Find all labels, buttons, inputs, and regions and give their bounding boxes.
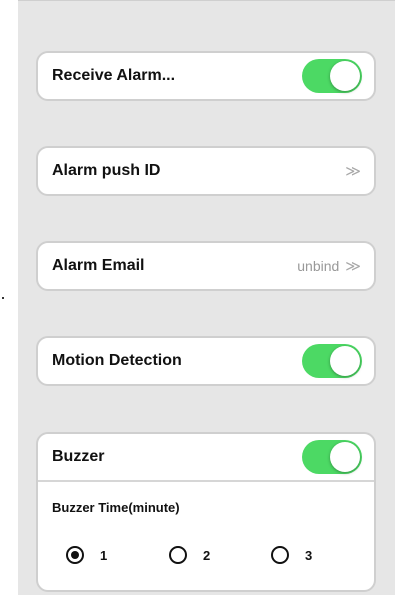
buzzer-time-options: 1 2 3 bbox=[38, 512, 374, 590]
buzzer-time-option-2[interactable]: 2 bbox=[169, 546, 210, 564]
settings-panel: Receive Alarm... Alarm push ID ≫ Alarm E… bbox=[18, 0, 395, 595]
stray-dot bbox=[2, 297, 4, 299]
left-margin bbox=[0, 0, 18, 595]
toggle-knob bbox=[330, 346, 360, 376]
buzzer-time-option-3[interactable]: 3 bbox=[271, 546, 312, 564]
buzzer-time-label: Buzzer Time(minute) bbox=[52, 500, 180, 515]
radio-unchecked-icon[interactable] bbox=[169, 546, 187, 564]
buzzer-card: Buzzer Buzzer Time(minute) 1 2 3 bbox=[36, 432, 376, 592]
motion-detection-label: Motion Detection bbox=[52, 352, 182, 369]
buzzer-toggle[interactable] bbox=[302, 440, 362, 474]
alarm-push-id-row[interactable]: Alarm push ID ≫ bbox=[38, 148, 374, 194]
receive-alarm-card: Receive Alarm... bbox=[36, 51, 376, 101]
motion-detection-card: Motion Detection bbox=[36, 336, 376, 386]
buzzer-time-option-1[interactable]: 1 bbox=[66, 546, 107, 564]
chevron-right-icon: ≫ bbox=[345, 163, 361, 180]
buzzer-time-option-label: 1 bbox=[100, 547, 108, 563]
alarm-push-id-label: Alarm push ID bbox=[52, 162, 161, 179]
receive-alarm-toggle[interactable] bbox=[302, 59, 362, 93]
alarm-push-id-card[interactable]: Alarm push ID ≫ bbox=[36, 146, 376, 196]
motion-detection-toggle[interactable] bbox=[302, 344, 362, 378]
alarm-email-card[interactable]: Alarm Email unbind ≫ bbox=[36, 241, 376, 291]
radio-unchecked-icon[interactable] bbox=[271, 546, 289, 564]
radio-checked-icon[interactable] bbox=[66, 546, 84, 564]
buzzer-row: Buzzer bbox=[38, 434, 374, 480]
chevron-right-icon: ≫ bbox=[345, 258, 361, 275]
receive-alarm-row: Receive Alarm... bbox=[38, 53, 374, 99]
alarm-email-label: Alarm Email bbox=[52, 257, 145, 274]
toggle-knob bbox=[330, 61, 360, 91]
motion-detection-row: Motion Detection bbox=[38, 338, 374, 384]
alarm-email-row[interactable]: Alarm Email unbind ≫ bbox=[38, 243, 374, 289]
buzzer-label: Buzzer bbox=[52, 448, 105, 465]
toggle-knob bbox=[330, 442, 360, 472]
buzzer-time-option-label: 2 bbox=[203, 547, 211, 563]
alarm-email-value: unbind bbox=[297, 258, 340, 274]
buzzer-time-option-label: 3 bbox=[305, 547, 313, 563]
receive-alarm-label: Receive Alarm... bbox=[52, 67, 176, 84]
